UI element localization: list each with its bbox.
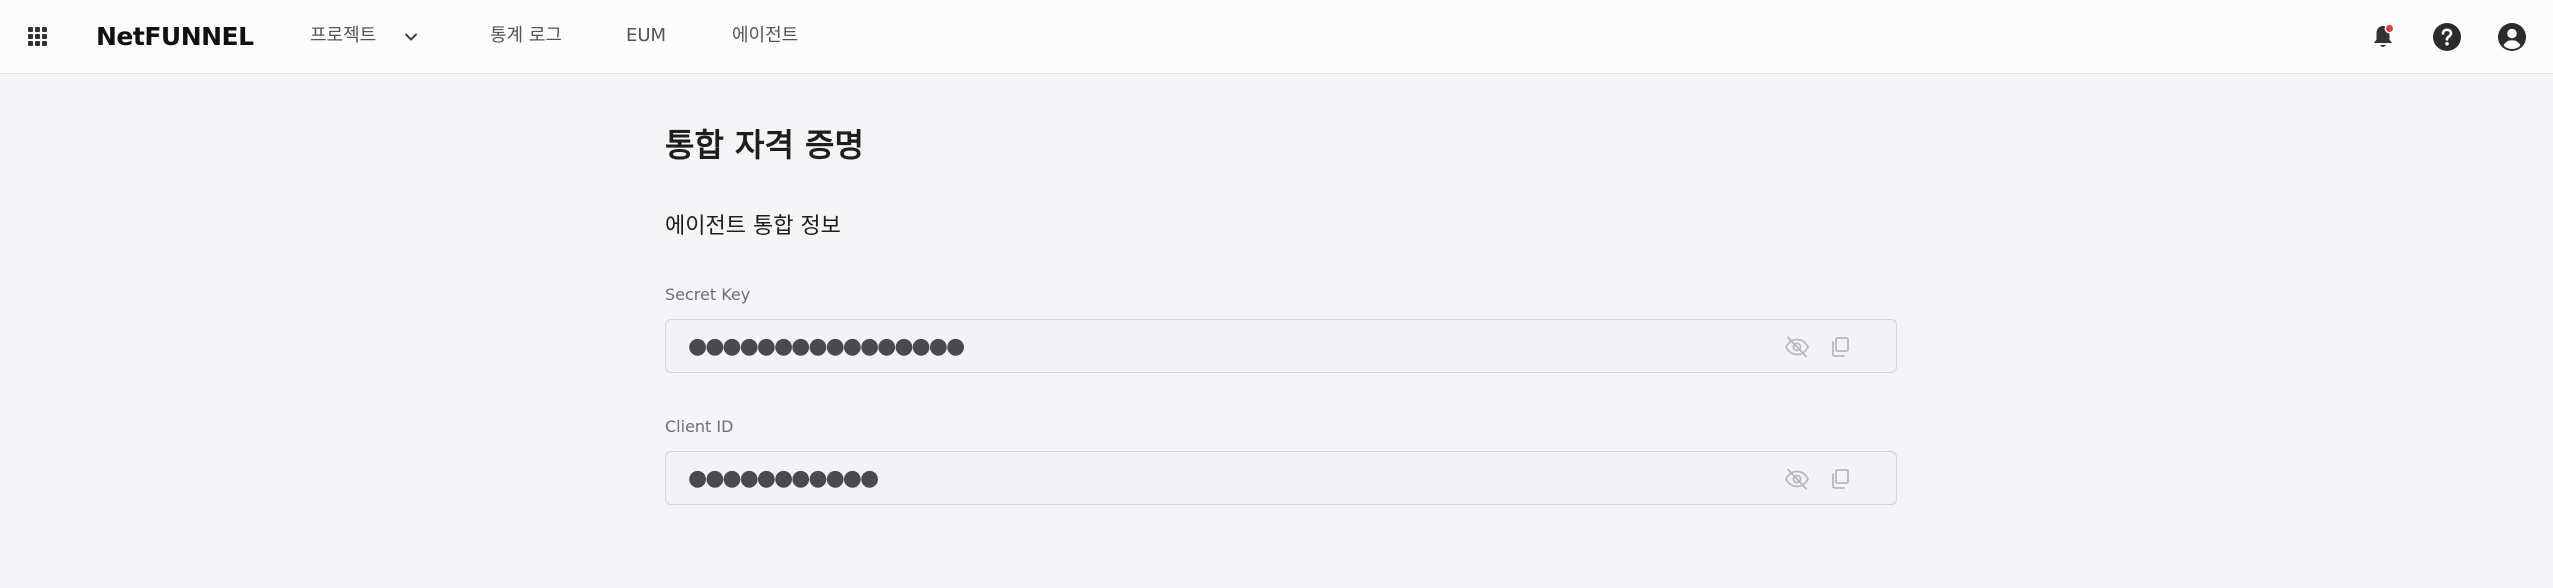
secret-key-value[interactable]: ●●●●●●●●●●●●●●●● xyxy=(688,332,965,362)
client-id-label: Client ID xyxy=(665,417,734,436)
notification-dot xyxy=(2384,23,2395,34)
top-navigation-bar: NetFUNNEL 프로젝트 통계 로그 EUM 에이전트 xyxy=(0,0,2553,74)
nav-agent[interactable]: 에이전트 xyxy=(732,22,798,50)
secret-key-field: ●●●●●●●●●●●●●●●● xyxy=(665,319,1897,373)
section-title: 에이전트 통합 정보 xyxy=(665,214,841,239)
help-icon[interactable] xyxy=(2431,21,2463,53)
copy-icon[interactable] xyxy=(1828,466,1852,492)
client-id-field: ●●●●●●●●●●● xyxy=(665,451,1897,505)
client-id-value[interactable]: ●●●●●●●●●●● xyxy=(688,464,879,494)
eye-off-icon[interactable] xyxy=(1783,466,1811,492)
account-icon[interactable] xyxy=(2496,21,2528,53)
chevron-down-icon[interactable] xyxy=(402,28,420,46)
copy-icon[interactable] xyxy=(1828,334,1852,360)
eye-off-icon[interactable] xyxy=(1783,334,1811,360)
apps-grid-icon[interactable] xyxy=(28,27,48,47)
secret-key-label: Secret Key xyxy=(665,285,751,304)
page-title: 통합 자격 증명 xyxy=(665,126,864,164)
nav-projects[interactable]: 프로젝트 xyxy=(310,22,376,50)
nav-eum[interactable]: EUM xyxy=(626,22,666,50)
nav-stats-log[interactable]: 통계 로그 xyxy=(490,22,562,50)
bell-icon[interactable] xyxy=(2367,21,2399,53)
logo[interactable]: NetFUNNEL xyxy=(96,20,254,54)
